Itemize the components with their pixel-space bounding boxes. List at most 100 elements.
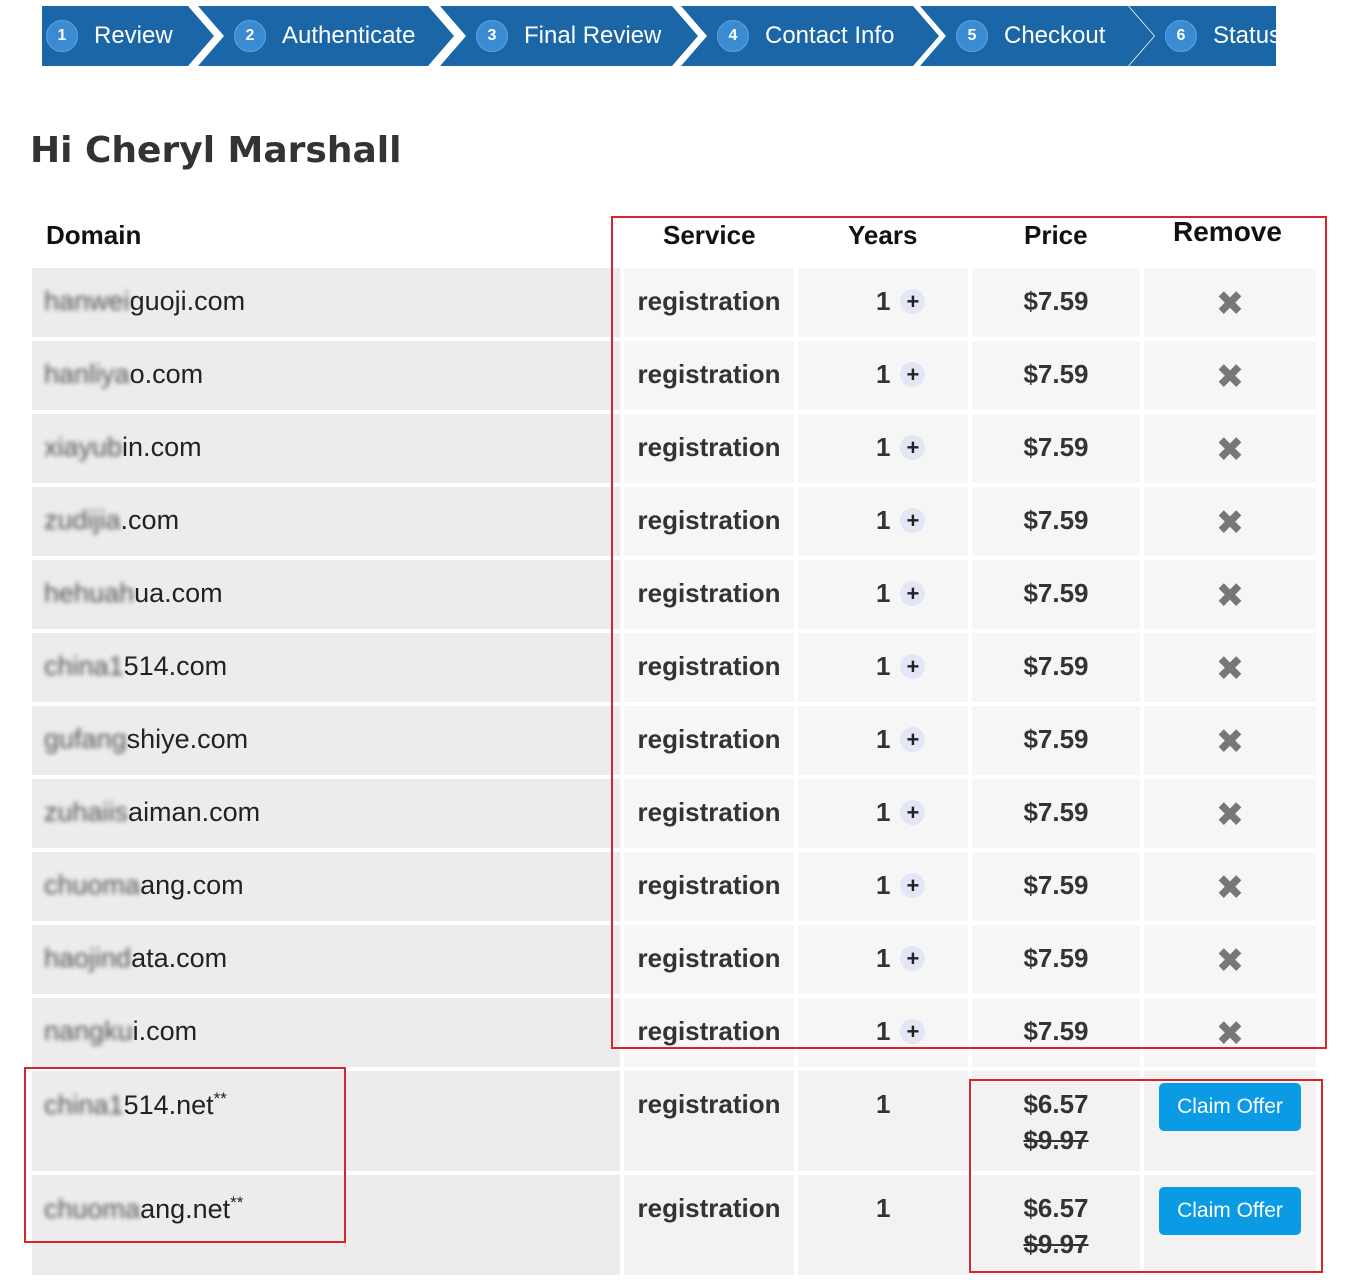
years-control: 1 +	[876, 505, 926, 536]
close-icon[interactable]: ✖	[1144, 284, 1316, 324]
plus-icon[interactable]: +	[900, 362, 926, 387]
price-value: $7.59	[1023, 651, 1089, 681]
years-value: 1	[876, 578, 891, 608]
plus-icon[interactable]: +	[900, 581, 926, 606]
remove-cell: ✖	[1144, 706, 1316, 775]
service-cell: registration	[624, 487, 794, 556]
domain-cell: china1514.net**	[32, 1071, 620, 1171]
years-value: 1	[876, 359, 891, 389]
plus-icon[interactable]: +	[900, 654, 926, 679]
service-type: registration	[637, 870, 781, 900]
service-type: registration	[637, 943, 781, 973]
close-icon[interactable]: ✖	[1144, 576, 1316, 616]
table-row: hanweiguoji.com registration 1 + $7.59 ✖	[32, 268, 1316, 341]
close-icon[interactable]: ✖	[1144, 357, 1316, 397]
years-value: 1	[876, 286, 891, 316]
plus-icon[interactable]: +	[900, 1019, 926, 1044]
plus-icon[interactable]: +	[900, 946, 926, 971]
service-type: registration	[637, 651, 781, 681]
domain-name: china1514.net**	[44, 1089, 227, 1121]
price-value: $7.59	[1023, 724, 1089, 754]
domain-cell: zuhaiisaiman.com	[32, 779, 620, 848]
price-cell: $7.59	[972, 633, 1140, 702]
price-value: $7.59	[1023, 359, 1089, 389]
step-final-review[interactable]: 3 Final Review	[440, 6, 698, 66]
remove-cell: ✖	[1144, 998, 1316, 1067]
domain-cell: chuomaang.net**	[32, 1175, 620, 1275]
price-cell: $7.59	[972, 998, 1140, 1067]
close-icon[interactable]: ✖	[1144, 649, 1316, 689]
claim-offer-button[interactable]: Claim Offer	[1159, 1187, 1301, 1235]
service-cell: registration	[624, 925, 794, 994]
close-icon[interactable]: ✖	[1144, 1014, 1316, 1054]
domain-name-redacted: china1	[44, 1090, 124, 1120]
service-cell: registration	[624, 779, 794, 848]
price-cell: $7.59	[972, 341, 1140, 410]
domain-cell: hanweiguoji.com	[32, 268, 620, 337]
domain-name: nangkui.com	[44, 1016, 197, 1047]
domain-name: xiayubin.com	[44, 432, 202, 463]
domain-name: chuomaang.net**	[44, 1193, 243, 1225]
plus-icon[interactable]: +	[900, 508, 926, 533]
domain-name-visible: in.com	[122, 432, 202, 462]
years-value: 1	[876, 651, 891, 681]
years-control: 1 +	[876, 797, 926, 828]
domain-name-visible: ang.com	[140, 870, 244, 900]
domain-name-visible: shiye.com	[126, 724, 249, 754]
step-authenticate[interactable]: 2 Authenticate	[198, 6, 454, 66]
cart-table: Domain Service Years Price Remove hanwei…	[32, 210, 1316, 1279]
domain-name-visible: 514.com	[123, 651, 228, 681]
step-contact-info[interactable]: 4 Contact Info	[681, 6, 939, 66]
domain-cell: hanliyao.com	[32, 341, 620, 410]
domain-name-visible: 514.net	[123, 1090, 214, 1120]
price-cell: $6.57 $9.97	[972, 1175, 1140, 1275]
step-checkout[interactable]: 5 Checkout	[920, 6, 1154, 66]
service-cell: registration	[624, 414, 794, 483]
close-icon[interactable]: ✖	[1144, 722, 1316, 762]
claim-offer-button[interactable]: Claim Offer	[1159, 1083, 1301, 1131]
service-type: registration	[637, 432, 781, 462]
domain-name: haojindata.com	[44, 943, 227, 974]
years-cell: 1 +	[798, 706, 968, 775]
domain-name: chuomaang.com	[44, 870, 244, 901]
close-icon[interactable]: ✖	[1144, 941, 1316, 981]
years-control: 1 +	[876, 870, 926, 901]
years-control: 1 +	[876, 359, 926, 390]
price-value: $7.59	[1023, 578, 1089, 608]
years-cell: 1	[798, 1071, 968, 1171]
plus-icon[interactable]: +	[900, 289, 926, 314]
years-control: 1 +	[876, 724, 926, 755]
domain-name-visible: i.com	[132, 1016, 198, 1046]
close-icon[interactable]: ✖	[1144, 868, 1316, 908]
close-icon[interactable]: ✖	[1144, 430, 1316, 470]
domain-name-visible: o.com	[129, 359, 204, 389]
plus-icon[interactable]: +	[900, 800, 926, 825]
years-cell: 1 +	[798, 341, 968, 410]
close-icon[interactable]: ✖	[1144, 503, 1316, 543]
service-cell: registration	[624, 268, 794, 337]
domain-name: zudijia.com	[44, 505, 179, 536]
years-control: 1 +	[876, 578, 926, 609]
domain-cell: hehuahua.com	[32, 560, 620, 629]
step-label: Checkout	[1004, 22, 1106, 49]
price-cell: $7.59	[972, 560, 1140, 629]
plus-icon[interactable]: +	[900, 435, 926, 460]
action-cell: Claim Offer	[1144, 1071, 1316, 1171]
plus-icon[interactable]: +	[900, 727, 926, 752]
step-review[interactable]: 1 Review	[42, 6, 214, 66]
step-label: Status	[1213, 22, 1282, 49]
remove-cell: ✖	[1144, 852, 1316, 921]
domain-name: gufangshiye.com	[44, 724, 248, 755]
remove-cell: ✖	[1144, 779, 1316, 848]
domain-cell: haojindata.com	[32, 925, 620, 994]
remove-cell: ✖	[1144, 487, 1316, 556]
step-number: 4	[717, 20, 749, 52]
service-cell: registration	[624, 1071, 794, 1171]
price-value: $7.59	[1023, 1016, 1089, 1046]
domain-cell: chuomaang.com	[32, 852, 620, 921]
table-row: china1514.com registration 1 + $7.59 ✖	[32, 633, 1316, 706]
service-type: registration	[637, 286, 781, 316]
close-icon[interactable]: ✖	[1144, 795, 1316, 835]
offer-row: china1514.net** registration 1 $6.57 $9.97 Cl…	[32, 1071, 1316, 1175]
plus-icon[interactable]: +	[900, 873, 926, 898]
